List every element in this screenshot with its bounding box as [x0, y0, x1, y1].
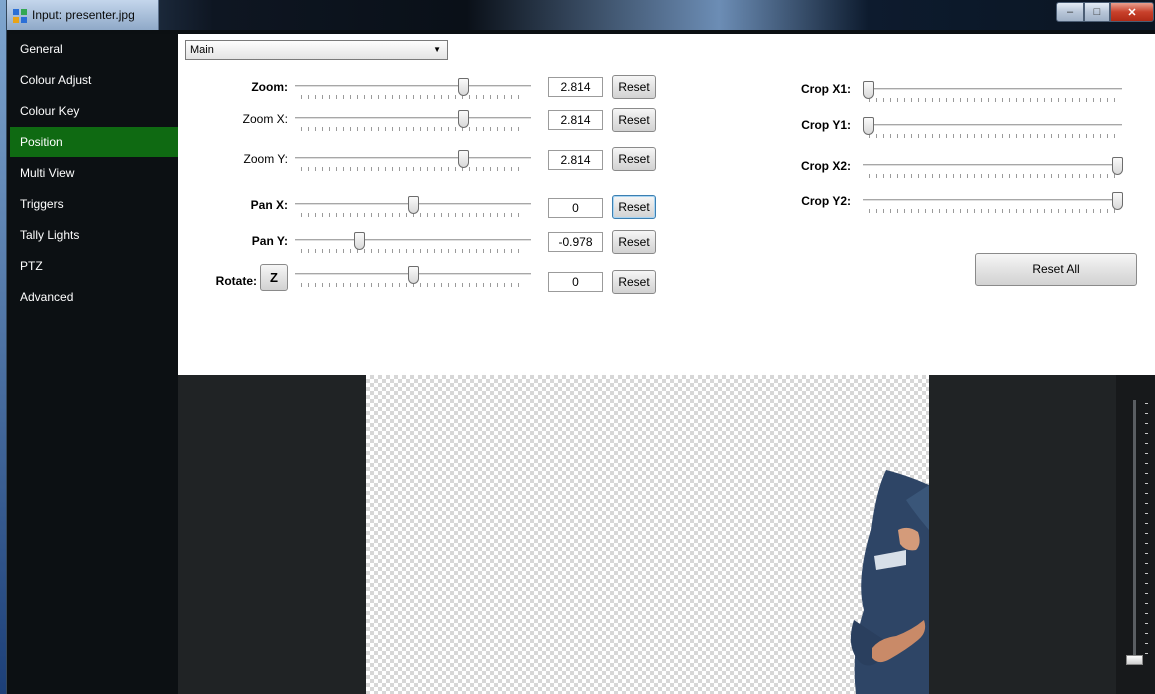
zoom-value-field[interactable]: 2.814 — [548, 77, 603, 97]
slider-thumb[interactable] — [1112, 192, 1123, 210]
crop-y2-label: Crop Y2: — [801, 194, 851, 208]
rotate-slider[interactable] — [295, 266, 531, 294]
position-panel: Main ▼ Zoom: 2.814 Reset Zoom X: 2.814 R… — [178, 34, 1155, 375]
rotate-label: Rotate: — [215, 274, 257, 288]
pan-y-reset-button[interactable]: Reset — [612, 230, 656, 254]
slider-ticks — [301, 167, 525, 171]
slider-ticks — [301, 127, 525, 131]
slider-thumb[interactable] — [457, 150, 469, 168]
rotate-reset-button[interactable]: Reset — [612, 270, 656, 294]
pan-y-value-field[interactable]: -0.978 — [548, 232, 603, 252]
crop-y1-slider[interactable] — [863, 117, 1122, 145]
slider-track — [295, 117, 531, 120]
sidebar-item-triggers[interactable]: Triggers — [10, 189, 178, 219]
crop-y2-slider[interactable] — [863, 192, 1123, 220]
minimize-icon: ‒ — [1066, 6, 1074, 18]
slider-thumb[interactable] — [408, 196, 419, 214]
crop-x1-slider[interactable] — [863, 81, 1122, 109]
slider-track — [863, 88, 1122, 91]
slider-track — [295, 85, 531, 88]
pan-x-label: Pan X: — [250, 198, 288, 212]
pan-x-value-field[interactable]: 0 — [548, 198, 603, 218]
sidebar-item-general[interactable]: General — [10, 34, 178, 64]
window-title: Input: presenter.jpg — [32, 8, 135, 22]
maximize-icon: □ — [1093, 6, 1101, 18]
zoom-y-value-field[interactable]: 2.814 — [548, 150, 603, 170]
sidebar-item-colour-key[interactable]: Colour Key — [10, 96, 178, 126]
rotate-z-button[interactable]: Z — [260, 264, 288, 291]
slider-track — [863, 199, 1122, 202]
preview-canvas[interactable] — [366, 375, 929, 694]
slider-track — [295, 239, 531, 242]
zoom-reset-button[interactable]: Reset — [612, 75, 656, 99]
reset-all-button[interactable]: Reset All — [975, 253, 1137, 286]
pan-y-slider[interactable] — [295, 232, 531, 260]
slider-thumb[interactable] — [863, 81, 874, 99]
slider-thumb[interactable] — [1112, 157, 1123, 175]
slider-ticks — [869, 174, 1116, 178]
slider-thumb[interactable] — [353, 232, 365, 250]
slider-thumb[interactable] — [457, 78, 469, 96]
preview-area — [178, 375, 1155, 694]
slider-track — [295, 157, 531, 160]
source-select-value: Main — [190, 44, 214, 56]
slider-thumb[interactable] — [863, 117, 874, 135]
presenter-image — [850, 470, 929, 694]
slider-thumb[interactable] — [408, 266, 419, 284]
zoom-y-reset-button[interactable]: Reset — [612, 147, 656, 171]
sidebar-item-multi-view[interactable]: Multi View — [10, 158, 178, 188]
slider-ticks — [869, 134, 1116, 138]
close-icon: ✕ — [1127, 6, 1137, 19]
minimize-button[interactable]: ‒ — [1056, 2, 1084, 22]
sidebar-item-position[interactable]: Position — [10, 127, 178, 157]
sidebar-item-colour-adjust[interactable]: Colour Adjust — [10, 65, 178, 95]
title-tab: Input: presenter.jpg — [7, 0, 159, 30]
slider-ticks — [869, 98, 1116, 102]
zoom-x-value-field[interactable]: 2.814 — [548, 110, 603, 130]
crop-x2-slider[interactable] — [863, 157, 1123, 185]
slider-thumb[interactable] — [457, 110, 469, 128]
zoom-y-label: Zoom Y: — [243, 152, 288, 166]
chevron-down-icon: ▼ — [433, 45, 441, 54]
maximize-button[interactable]: □ — [1084, 2, 1110, 22]
zoom-x-label: Zoom X: — [242, 112, 288, 126]
source-select[interactable]: Main ▼ — [185, 40, 448, 60]
volume-ticks — [1145, 403, 1148, 659]
slider-track — [863, 164, 1122, 167]
slider-ticks — [301, 95, 525, 99]
zoom-x-slider[interactable] — [295, 110, 531, 138]
slider-track — [863, 124, 1122, 127]
volume-slider-thumb[interactable] — [1126, 655, 1143, 665]
close-button[interactable]: ✕ — [1110, 2, 1154, 22]
title-bar[interactable]: Input: presenter.jpg ‒ □ ✕ — [7, 0, 1155, 30]
crop-y1-label: Crop Y1: — [801, 118, 851, 132]
sidebar: General Colour Adjust Colour Key Positio… — [10, 34, 178, 694]
zoom-y-slider[interactable] — [295, 150, 531, 178]
zoom-slider[interactable] — [295, 78, 531, 106]
crop-x2-label: Crop X2: — [800, 159, 851, 173]
slider-ticks — [301, 249, 525, 253]
pan-x-reset-button[interactable]: Reset — [612, 195, 656, 219]
pan-x-slider[interactable] — [295, 196, 531, 224]
zoom-label: Zoom: — [251, 80, 288, 94]
pan-y-label: Pan Y: — [251, 234, 288, 248]
sidebar-item-tally-lights[interactable]: Tally Lights — [10, 220, 178, 250]
volume-strip — [1116, 375, 1155, 694]
crop-x1-label: Crop X1: — [800, 82, 851, 96]
slider-ticks — [869, 209, 1116, 213]
app-icon — [13, 9, 27, 23]
rotate-value-field[interactable]: 0 — [548, 272, 603, 292]
volume-track — [1133, 400, 1136, 660]
zoom-x-reset-button[interactable]: Reset — [612, 108, 656, 132]
